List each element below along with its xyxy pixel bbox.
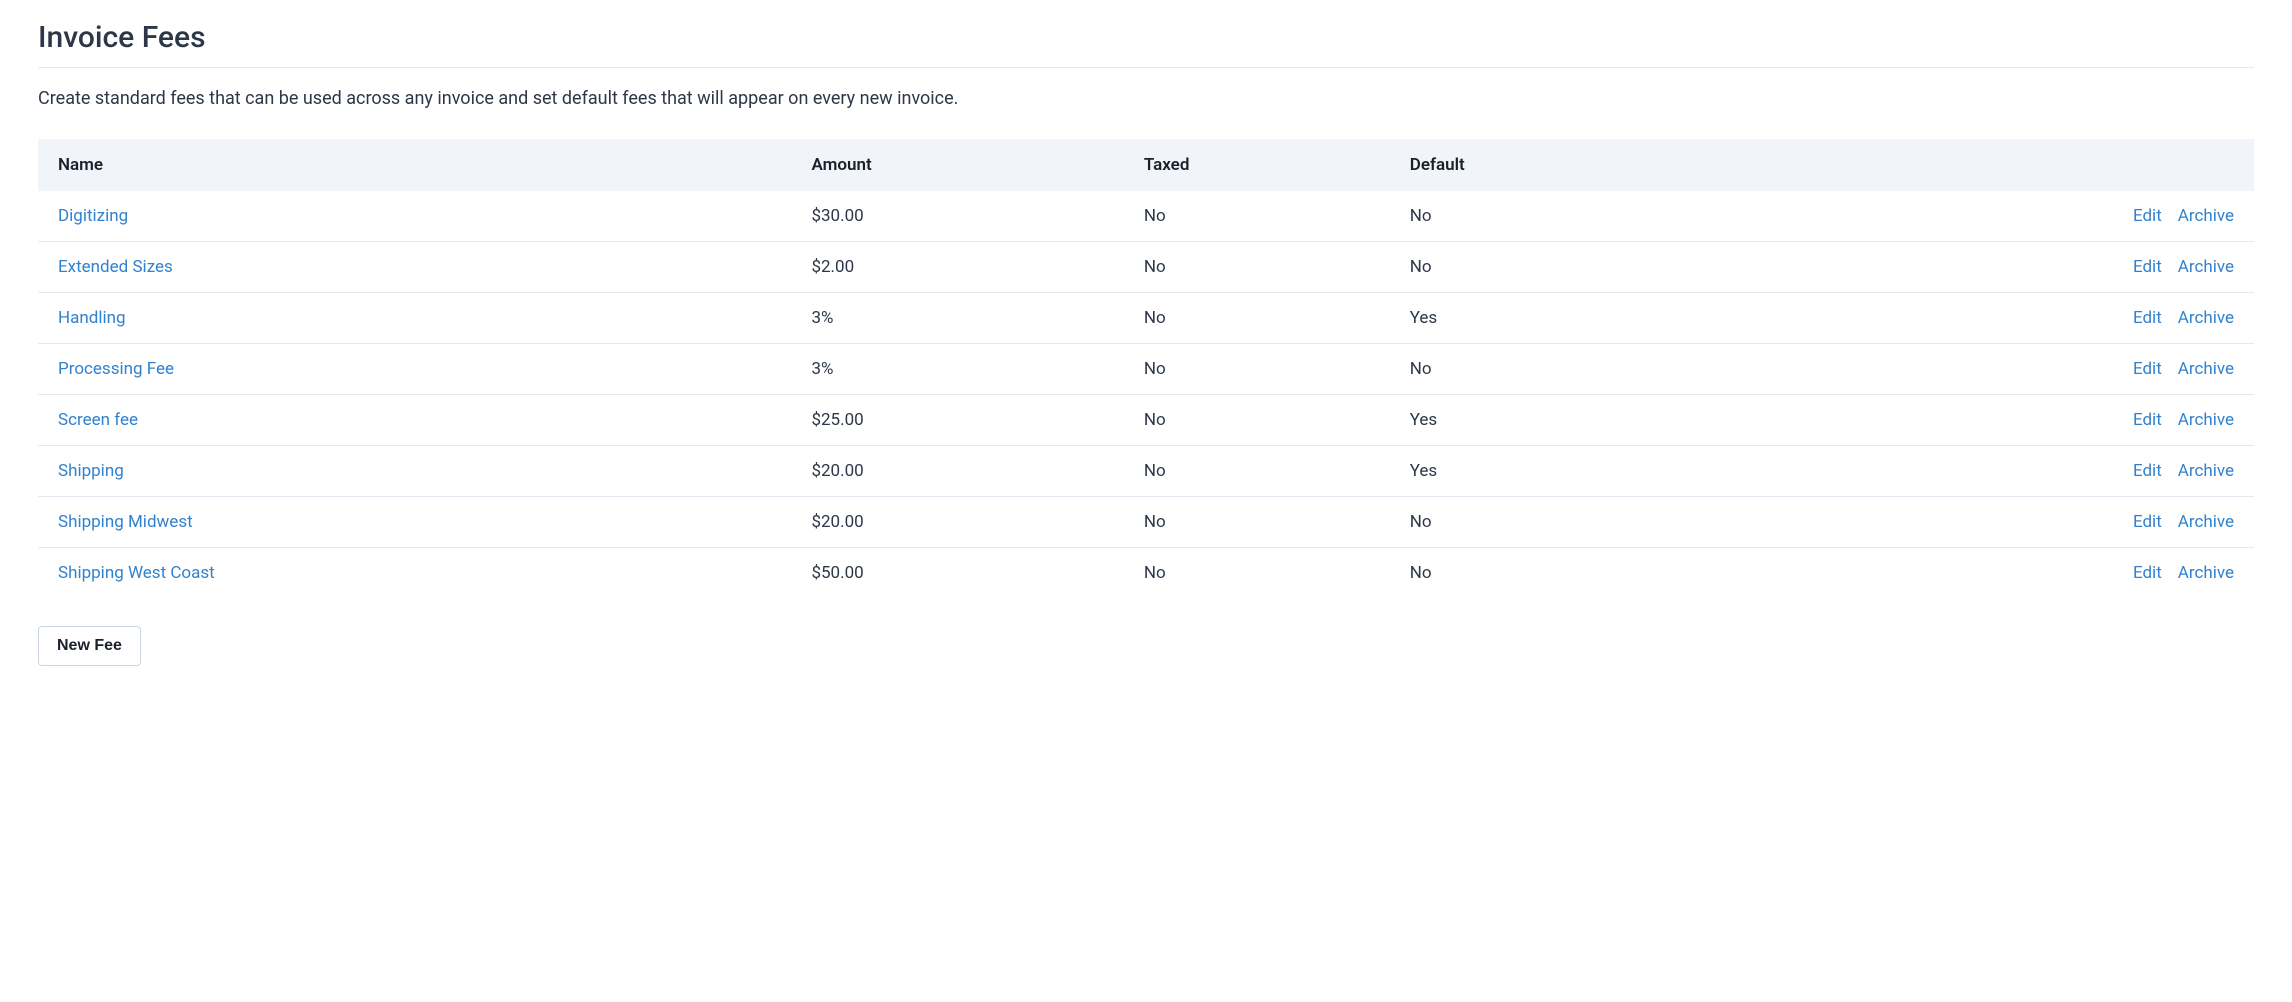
fee-actions: Edit Archive — [1722, 548, 2254, 599]
column-header-default: Default — [1390, 139, 1722, 191]
edit-link[interactable]: Edit — [2133, 206, 2162, 226]
table-row: Handling 3%NoYes Edit Archive — [38, 293, 2254, 344]
fee-name-link[interactable]: Shipping West Coast — [58, 563, 215, 583]
edit-link[interactable]: Edit — [2133, 359, 2162, 379]
fee-taxed: No — [1124, 344, 1390, 395]
edit-link[interactable]: Edit — [2133, 563, 2162, 583]
fee-actions: Edit Archive — [1722, 191, 2254, 242]
fee-table: Name Amount Taxed Default Digitizing $30.… — [38, 139, 2254, 598]
fee-taxed: No — [1124, 191, 1390, 242]
edit-link[interactable]: Edit — [2133, 512, 2162, 532]
archive-link[interactable]: Archive — [2178, 512, 2234, 532]
fee-amount: $20.00 — [791, 446, 1123, 497]
fee-actions: Edit Archive — [1722, 293, 2254, 344]
fee-default: Yes — [1390, 395, 1722, 446]
fee-name-link[interactable]: Extended Sizes — [58, 257, 173, 277]
column-header-name: Name — [38, 139, 791, 191]
archive-link[interactable]: Archive — [2178, 206, 2234, 226]
fee-default: No — [1390, 497, 1722, 548]
table-row: Shipping Midwest$20.00NoNoEditArchive — [38, 497, 2254, 548]
fee-default: No — [1390, 344, 1722, 395]
column-header-actions — [1722, 139, 2254, 191]
edit-link[interactable]: Edit — [2133, 461, 2162, 481]
fee-name-link[interactable]: Shipping — [58, 461, 124, 481]
edit-link[interactable]: Edit — [2133, 257, 2162, 277]
fee-taxed: No — [1124, 446, 1390, 497]
table-row: Screen fee $25.00NoYes Edit Archive — [38, 395, 2254, 446]
fee-amount: $50.00 — [791, 548, 1123, 599]
fee-default: No — [1390, 191, 1722, 242]
edit-link[interactable]: Edit — [2133, 410, 2162, 430]
column-header-taxed: Taxed — [1124, 139, 1390, 191]
fee-default: Yes — [1390, 293, 1722, 344]
fee-actions: Edit Archive — [1722, 497, 2254, 548]
fee-actions: Edit Archive — [1722, 344, 2254, 395]
fee-default: No — [1390, 242, 1722, 293]
fee-name-link[interactable]: Handling — [58, 308, 126, 328]
fee-actions: Edit Archive — [1722, 446, 2254, 497]
fee-taxed: No — [1124, 293, 1390, 344]
fee-name-link[interactable]: Processing Fee — [58, 359, 174, 379]
table-row: Shipping $20.00NoYes Edit Archive — [38, 446, 2254, 497]
table-row: Processing Fee3%NoNoEditArchive — [38, 344, 2254, 395]
table-row: Digitizing$30.00NoNoEditArchive — [38, 191, 2254, 242]
archive-link[interactable]: Archive — [2178, 257, 2234, 277]
fee-name-link[interactable]: Screen fee — [58, 410, 138, 430]
fee-amount: 3% — [791, 293, 1123, 344]
fee-name-link[interactable]: Shipping Midwest — [58, 512, 193, 532]
table-row: Shipping West Coast$50.00NoNoEditArchive — [38, 548, 2254, 599]
edit-link[interactable]: Edit — [2133, 308, 2162, 328]
fee-default: No — [1390, 548, 1722, 599]
fee-actions: Edit Archive — [1722, 395, 2254, 446]
new-fee-button[interactable]: New Fee — [38, 626, 141, 666]
fee-taxed: No — [1124, 395, 1390, 446]
archive-link[interactable]: Archive — [2178, 563, 2234, 583]
fee-taxed: No — [1124, 497, 1390, 548]
fee-amount: 3% — [791, 344, 1123, 395]
page-description: Create standard fees that can be used ac… — [38, 88, 2254, 109]
archive-link[interactable]: Archive — [2178, 410, 2234, 430]
page-title: Invoice Fees — [38, 20, 2254, 68]
archive-link[interactable]: Archive — [2178, 308, 2234, 328]
fee-amount: $25.00 — [791, 395, 1123, 446]
column-header-amount: Amount — [791, 139, 1123, 191]
fee-taxed: No — [1124, 242, 1390, 293]
fee-amount: $2.00 — [791, 242, 1123, 293]
archive-link[interactable]: Archive — [2178, 461, 2234, 481]
fee-taxed: No — [1124, 548, 1390, 599]
archive-link[interactable]: Archive — [2178, 359, 2234, 379]
fee-amount: $30.00 — [791, 191, 1123, 242]
table-row: Extended Sizes$2.00NoNoEditArchive — [38, 242, 2254, 293]
fee-name-link[interactable]: Digitizing — [58, 206, 128, 226]
fee-actions: Edit Archive — [1722, 242, 2254, 293]
fee-amount: $20.00 — [791, 497, 1123, 548]
fee-default: Yes — [1390, 446, 1722, 497]
